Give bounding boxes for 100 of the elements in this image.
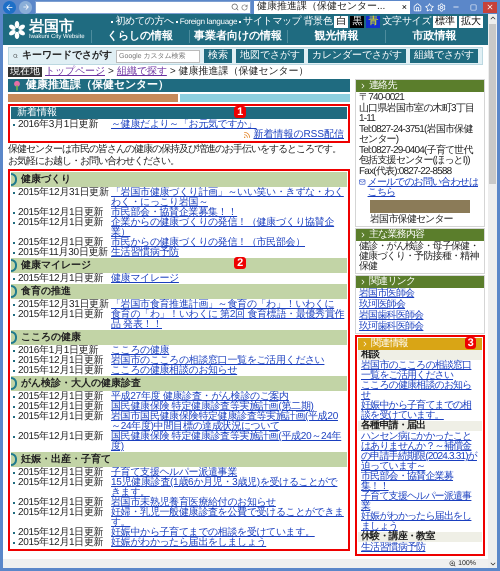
scroll-up-icon[interactable] (488, 14, 496, 22)
contact-text: 〒740-0021 (358, 93, 404, 103)
header-link[interactable]: 初めての方へ (115, 17, 174, 27)
home-icon[interactable] (413, 2, 422, 12)
article-link[interactable]: 岩国市未熟児養育医療給付のお知らせ (111, 498, 345, 508)
rss-link[interactable]: 新着情報のRSS配信 (253, 130, 344, 140)
scroll-down-icon[interactable] (488, 560, 496, 568)
breadcrumb-link[interactable]: トップページ (45, 67, 105, 77)
breadcrumb-separator: > (170, 67, 176, 77)
article-link[interactable]: 国民健康保険 特定健康診査等実施計画(第二期) (111, 402, 345, 412)
update-date: 2015年12月1日更新 (18, 208, 104, 218)
article-link[interactable]: 生活習慣病予防 (111, 248, 345, 258)
zoom-icon (449, 560, 456, 567)
update-date: 2015年12月1日更新 (18, 356, 104, 366)
article-link[interactable]: 平成27年度 健康診査・がん検診のご案内 (111, 392, 345, 402)
site-logo[interactable]: 岩国市 (29, 19, 85, 34)
contact-text: Tel:0827-24-3751(岩国市保健センター) (358, 125, 474, 145)
update-date: 2015年12月1日更新 (18, 528, 104, 538)
update-date: 2015年12月1日更新 (18, 468, 104, 478)
heading-marker-icon (11, 259, 17, 272)
card-heading: 主な業務内容 (356, 229, 484, 241)
star-icon[interactable] (425, 2, 434, 12)
related-link[interactable]: 玖珂歯科医師会 (356, 322, 484, 332)
arrow-left-icon (5, 2, 14, 12)
card-heading: 連絡先 (356, 80, 484, 92)
browser-tab[interactable]: 健康推進課（保健センター... × (254, 0, 410, 14)
chevron-icon (359, 231, 367, 239)
related-link[interactable]: 子育て支援ヘルパー派遣事業 (358, 492, 482, 512)
number-badge: 1 (234, 106, 246, 118)
background-color-button[interactable]: 青 (366, 16, 380, 28)
scrollbar-thumb[interactable] (489, 24, 496, 184)
back-button[interactable] (3, 0, 16, 14)
nav-menu-item[interactable]: 観光情報 (286, 30, 385, 43)
text-size-button[interactable]: 拡大 (459, 16, 483, 28)
mail-icon (359, 178, 366, 186)
article-link[interactable]: 岩国市国民健康保険特定健康診査等実施計画(平成20～24年度)中間目標の達成状況について (111, 412, 345, 432)
tab-close-button[interactable]: × (402, 2, 407, 12)
article-link[interactable]: 妊婦・乳児一般健康診査を公費で受けることができます。 (111, 508, 345, 528)
article-link[interactable]: 妊娠がわかったら届出をしましょう (111, 538, 345, 548)
refresh-icon[interactable] (241, 4, 248, 10)
search-option-button[interactable]: 組織でさがす (410, 49, 478, 63)
update-date: 2015年11月30日更新 (18, 248, 108, 258)
close-icon[interactable] (483, 2, 497, 12)
section-heading: 妊娠・出産・子育て (11, 452, 347, 467)
group-heading: 各種申請・届出 (358, 421, 482, 431)
related-link[interactable]: 妊娠中から子育てまでの相談を受けています。 (358, 401, 482, 421)
background-color-button[interactable]: 黒 (350, 16, 364, 28)
related-link[interactable]: こころの健康相談のお知らせ (358, 381, 482, 401)
header-link[interactable]: Foreign language (180, 18, 238, 26)
article-link[interactable]: 健康マイレージ (111, 274, 345, 284)
search-option-button[interactable]: カレンダーでさがす (308, 49, 406, 63)
forward-button[interactable] (19, 0, 32, 14)
related-link[interactable]: ハンセン病にかかったことはありませんか？～補償金の申請手続期限(2024.3.31)が迫っています～ (358, 432, 482, 472)
news-heading: 新着情報 1 (11, 107, 347, 119)
text-size-button[interactable]: 標準 (433, 16, 457, 28)
search-button[interactable]: 検索 (204, 49, 232, 63)
related-link[interactable]: 生活習慣病予防 (358, 543, 482, 553)
arrow-right-icon (22, 3, 30, 11)
article-link[interactable]: 食育の「わ」！いわくに 第2回 食育標語・最優秀賞作品 発表！！ (111, 310, 345, 330)
article-link[interactable]: 市民部会・協賛企業募集！！ (111, 208, 345, 218)
related-link[interactable]: 市民部会・協賛企業募集！！ (358, 472, 482, 492)
article-link[interactable]: ～健康だより～「お元気ですか」 (111, 120, 345, 130)
nav-menu-item[interactable]: 市政情報 (384, 30, 484, 43)
chevron-icon (361, 340, 369, 348)
background-color-button[interactable]: 白 (334, 16, 348, 28)
contact-text: Fax(代表):0827-22-8588 (358, 167, 453, 177)
article-link[interactable]: こころの健康相談のお知らせ (111, 366, 345, 376)
address-bar[interactable] (35, 0, 251, 14)
settings-icon[interactable] (437, 2, 446, 12)
article-link[interactable]: 企業からの健康づくりの発信！（健康づくり協賛企業） (111, 218, 345, 238)
search-option-button[interactable]: 地図でさがす (236, 49, 304, 63)
article-link[interactable]: 「岩国市健康づくり計画」～いい笑い・きずな・わくわく・にっこり岩国～ (111, 188, 345, 208)
nav-menu-item[interactable]: くらしの情報 (90, 30, 189, 43)
nav-menu-item[interactable]: 事業者向けの情報 (188, 30, 287, 43)
card-heading: 関連リンク (356, 276, 484, 288)
flower-icon (12, 80, 22, 91)
article-link[interactable]: 妊娠中から子育てまでの相談を受けています。 (111, 528, 345, 538)
related-link[interactable]: 岩国市医師会 (356, 289, 484, 299)
header-link[interactable]: サイトマップ (243, 17, 302, 27)
breadcrumb-link[interactable]: 組織で探す (116, 67, 167, 77)
article-link[interactable]: 子育て支援ヘルパー派遣事業 (111, 468, 345, 478)
update-date: 2015年12月1日更新 (18, 432, 104, 442)
related-link[interactable]: 岩国市のこころの相談窓口一覧をご活用ください (358, 361, 482, 381)
logo-icon[interactable] (8, 20, 26, 38)
update-date: 2015年12月1日更新 (18, 478, 104, 488)
related-link[interactable]: 玖珂医師会 (356, 300, 484, 310)
article-link[interactable]: こころの健康 (111, 346, 345, 356)
update-date: 2015年12月1日更新 (18, 310, 104, 320)
article-link[interactable]: 岩国市のこころの相談窓口一覧をご活用ください (111, 356, 345, 366)
related-link[interactable]: 岩国歯科医師会 (356, 311, 484, 321)
text-size-label: 文字サイズ (382, 17, 431, 27)
search-label: キーワードでさがす (22, 51, 112, 61)
contact-text: Tel:0827-29-0404(子育て世代包括支援センター(ほっとI)) (358, 146, 474, 166)
article-link[interactable]: 市民からの健康づくりの発信！（市民部会） (111, 238, 345, 248)
search-icon[interactable] (231, 3, 239, 11)
article-link[interactable]: 15児健康診査(1歳6か月児・3歳児)を受けることができます。 (111, 478, 345, 498)
article-link[interactable]: 「岩国市食育推進計画」～食育の「わ」！いわくに (111, 300, 345, 310)
section-heading: 健康づくり (11, 172, 347, 187)
background-color-label: 背景色 (303, 17, 332, 27)
article-link[interactable]: 国民健康保険 特定健康診査等実施計画(平成20～24年度) (111, 432, 345, 452)
